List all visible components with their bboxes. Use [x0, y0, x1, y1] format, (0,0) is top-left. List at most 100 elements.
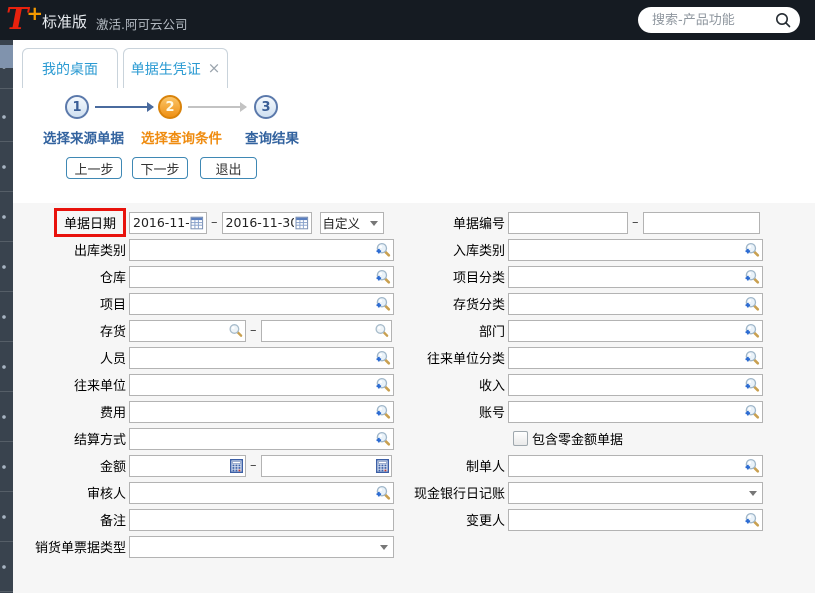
income-label: 收入 — [479, 379, 505, 394]
browse-icon[interactable] — [375, 296, 391, 312]
department-input[interactable] — [511, 323, 744, 338]
search-icon[interactable] — [774, 11, 792, 29]
calculator-icon[interactable] — [230, 459, 243, 473]
amount-to-input[interactable] — [264, 458, 376, 473]
doc-date-to-field[interactable] — [222, 212, 312, 234]
inbound-type-field[interactable] — [508, 239, 763, 261]
income-field[interactable] — [508, 374, 763, 396]
browse-icon[interactable] — [744, 323, 760, 339]
modifier-label: 变更人 — [466, 514, 505, 529]
project-class-field[interactable] — [508, 266, 763, 288]
doc-date-from-field[interactable] — [129, 212, 207, 234]
doc-date-from-input[interactable] — [132, 215, 190, 230]
memo-field[interactable] — [129, 509, 394, 531]
magnifier-icon[interactable] — [374, 323, 389, 338]
partner-class-input[interactable] — [511, 350, 744, 365]
inventory-to-input[interactable] — [264, 323, 374, 338]
auditor-field[interactable] — [129, 482, 394, 504]
outbound-type-input[interactable] — [132, 242, 375, 257]
auditor-input[interactable] — [132, 485, 375, 500]
browse-icon[interactable] — [744, 458, 760, 474]
caret-down-icon[interactable] — [370, 221, 378, 230]
tab-voucher-generation[interactable]: 单据生凭证 × — [123, 48, 228, 88]
tab-my-desktop[interactable]: 我的桌面 — [22, 48, 118, 88]
browse-icon[interactable] — [375, 350, 391, 366]
browse-icon[interactable] — [744, 242, 760, 258]
exit-button[interactable]: 退出 — [200, 157, 257, 179]
outbound-type-field[interactable] — [129, 239, 394, 261]
personnel-field[interactable] — [129, 347, 394, 369]
calendar-icon[interactable] — [295, 216, 309, 230]
caret-down-icon[interactable] — [749, 491, 757, 500]
amount-to-field[interactable] — [261, 455, 392, 477]
browse-icon[interactable] — [744, 512, 760, 528]
project-class-input[interactable] — [511, 269, 744, 284]
creator-input[interactable] — [511, 458, 744, 473]
expense-field[interactable] — [129, 401, 394, 423]
calculator-icon[interactable] — [376, 459, 389, 473]
browse-icon[interactable] — [375, 242, 391, 258]
inventory-to-field[interactable] — [261, 320, 392, 342]
browse-icon[interactable] — [744, 350, 760, 366]
doc-number-to-field[interactable] — [643, 212, 760, 234]
income-input[interactable] — [511, 377, 744, 392]
browse-icon[interactable] — [744, 404, 760, 420]
cash-bank-journal-label: 现金银行日记账 — [414, 487, 505, 502]
next-step-button[interactable]: 下一步 — [132, 157, 188, 179]
calendar-icon[interactable] — [190, 216, 204, 230]
form-row-include-zero-amount: 包含零金额单据 — [395, 425, 763, 452]
magnifier-icon[interactable] — [228, 323, 243, 338]
close-icon[interactable]: × — [208, 61, 221, 76]
settlement-method-label: 结算方式 — [74, 433, 126, 448]
cash-bank-journal-dropdown[interactable] — [508, 482, 763, 504]
include-zero-amount-checkbox[interactable] — [513, 431, 528, 446]
settlement-method-input[interactable] — [132, 431, 375, 446]
collapsed-sidebar[interactable] — [0, 40, 13, 593]
doc-date-preset-dropdown[interactable]: 自定义 — [320, 212, 384, 234]
project-input[interactable] — [132, 296, 375, 311]
sidebar-handle[interactable] — [0, 45, 13, 68]
browse-icon[interactable] — [744, 296, 760, 312]
inventory-from-input[interactable] — [132, 323, 228, 338]
inventory-class-field[interactable] — [508, 293, 763, 315]
partner-field[interactable] — [129, 374, 394, 396]
amount-from-field[interactable] — [129, 455, 246, 477]
doc-number-from-field[interactable] — [508, 212, 628, 234]
account-input[interactable] — [511, 404, 744, 419]
account-field[interactable] — [508, 401, 763, 423]
doc-date-to-input[interactable] — [225, 215, 295, 230]
warehouse-input[interactable] — [132, 269, 375, 284]
memo-input[interactable] — [132, 512, 391, 527]
partner-input[interactable] — [132, 377, 375, 392]
tab-label: 单据生凭证 — [131, 59, 201, 79]
browse-icon[interactable] — [744, 377, 760, 393]
browse-icon[interactable] — [744, 269, 760, 285]
personnel-input[interactable] — [132, 350, 375, 365]
browse-icon[interactable] — [375, 377, 391, 393]
inbound-type-input[interactable] — [511, 242, 744, 257]
project-field[interactable] — [129, 293, 394, 315]
creator-field[interactable] — [508, 455, 763, 477]
warehouse-field[interactable] — [129, 266, 394, 288]
browse-icon[interactable] — [375, 404, 391, 420]
caret-down-icon[interactable] — [380, 545, 388, 554]
amount-from-input[interactable] — [132, 458, 230, 473]
expense-input[interactable] — [132, 404, 375, 419]
inventory-from-field[interactable] — [129, 320, 246, 342]
department-field[interactable] — [508, 320, 763, 342]
browse-icon[interactable] — [375, 485, 391, 501]
browse-icon[interactable] — [375, 431, 391, 447]
doc-number-from-input[interactable] — [511, 215, 625, 230]
prev-step-button[interactable]: 上一步 — [66, 157, 122, 179]
modifier-input[interactable] — [511, 512, 744, 527]
sales-bill-type-dropdown[interactable] — [129, 536, 394, 558]
settlement-method-field[interactable] — [129, 428, 394, 450]
partner-class-field[interactable] — [508, 347, 763, 369]
search-input[interactable] — [650, 12, 774, 29]
doc-number-to-input[interactable] — [646, 215, 757, 230]
inventory-class-input[interactable] — [511, 296, 744, 311]
form-row-expense: 费用 — [18, 398, 394, 425]
modifier-field[interactable] — [508, 509, 763, 531]
product-search-box[interactable] — [638, 7, 800, 33]
browse-icon[interactable] — [375, 269, 391, 285]
